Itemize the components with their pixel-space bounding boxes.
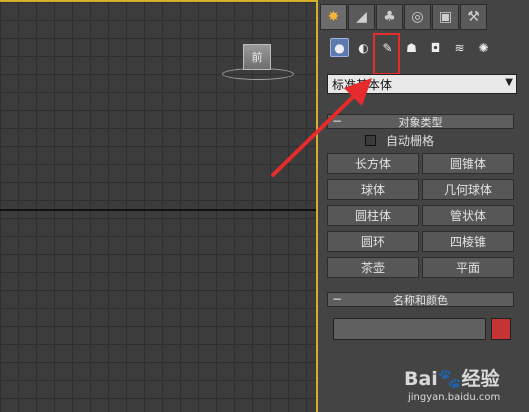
- autogrid-label: 自动栅格: [386, 134, 435, 148]
- tab-motion[interactable]: ◎: [404, 4, 431, 30]
- systems-icon[interactable]: ✺: [474, 38, 493, 57]
- object-type-title: 对象类型: [398, 115, 443, 129]
- object-type-button[interactable]: 圆环: [327, 231, 419, 252]
- autogrid-row: 自动栅格: [365, 132, 434, 149]
- tab-modify-curve[interactable]: ◢: [348, 4, 375, 30]
- tab-display[interactable]: ▣: [432, 4, 459, 30]
- chevron-down-icon[interactable]: ▼: [505, 77, 513, 88]
- hierarchy-icon: ♣: [383, 9, 396, 25]
- object-type-button[interactable]: 茶壶: [327, 257, 419, 278]
- object-type-button[interactable]: 球体: [327, 179, 419, 200]
- collapse-icon[interactable]: −: [332, 114, 342, 128]
- object-type-button[interactable]: 四棱锥: [422, 231, 514, 252]
- name-color-rollout-header[interactable]: − 名称和颜色: [327, 292, 514, 307]
- utilities-hammer-icon: ⚒: [467, 9, 480, 25]
- tab-create-sun[interactable]: ✸: [320, 4, 347, 30]
- object-type-button[interactable]: 管状体: [422, 205, 514, 226]
- autogrid-checkbox[interactable]: [365, 135, 376, 146]
- annotation-highlight-box: [373, 33, 400, 75]
- object-type-rollout-header[interactable]: − 对象类型: [327, 114, 514, 129]
- category-dropdown-value: 标准基本体: [332, 77, 393, 92]
- spacewarps-icon[interactable]: ≋: [450, 38, 469, 57]
- object-type-button[interactable]: 几何球体: [422, 179, 514, 200]
- name-color-title: 名称和颜色: [393, 293, 448, 307]
- create-sun-icon: ✸: [327, 9, 340, 25]
- motion-icon: ◎: [411, 9, 424, 25]
- object-color-swatch[interactable]: [491, 318, 511, 340]
- helpers-icon[interactable]: ◘: [426, 38, 445, 57]
- category-dropdown[interactable]: 标准基本体 ▼: [327, 74, 517, 94]
- object-type-button[interactable]: 平面: [422, 257, 514, 278]
- cameras-icon[interactable]: ☗: [402, 38, 421, 57]
- object-name-field[interactable]: [333, 318, 486, 340]
- object-type-button[interactable]: 圆锥体: [422, 153, 514, 174]
- viewcube[interactable]: 前: [243, 44, 271, 70]
- perspective-viewport[interactable]: 前: [0, 0, 318, 412]
- object-type-button[interactable]: 长方体: [327, 153, 419, 174]
- display-icon: ▣: [438, 9, 453, 25]
- object-type-button[interactable]: 圆柱体: [327, 205, 419, 226]
- geometry-sphere-icon[interactable]: ●: [330, 38, 349, 57]
- tab-utilities-hammer[interactable]: ⚒: [460, 4, 487, 30]
- modify-curve-icon: ◢: [356, 9, 367, 25]
- create-category-icons: ● ◐ ✎ ☗ ◘ ≋ ✺: [330, 38, 493, 57]
- viewport-horizon-line: [0, 209, 316, 211]
- command-panel-tabs: ✸ ◢ ♣ ◎ ▣ ⚒: [320, 4, 487, 30]
- shapes-icon[interactable]: ◐: [354, 38, 373, 57]
- tab-hierarchy[interactable]: ♣: [376, 4, 403, 30]
- collapse-icon[interactable]: −: [332, 292, 342, 306]
